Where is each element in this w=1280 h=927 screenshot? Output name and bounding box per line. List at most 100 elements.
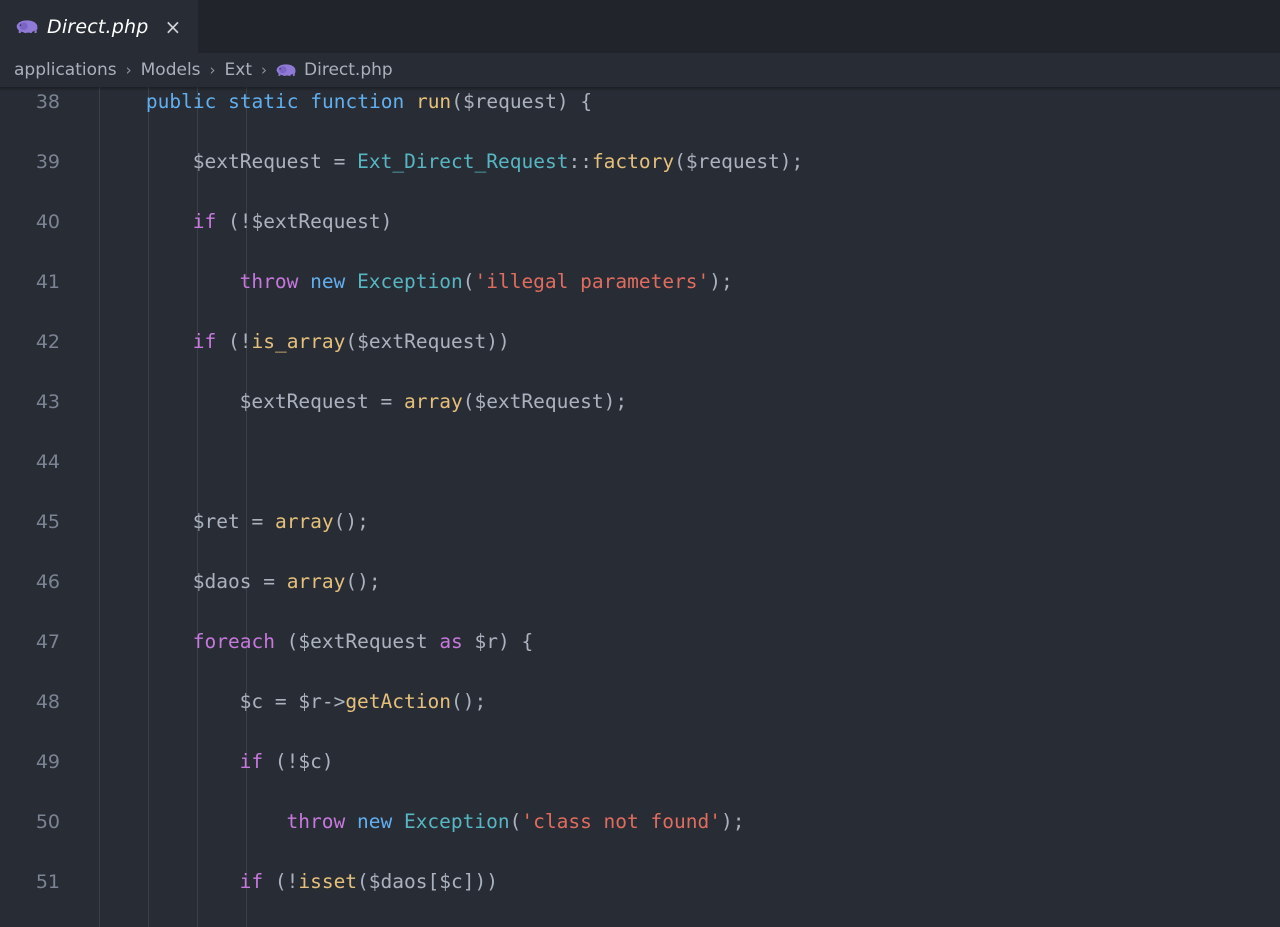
- code-token: (!: [263, 870, 299, 893]
- code-token: new: [310, 270, 346, 293]
- code-token: =: [368, 390, 404, 413]
- code-token: (: [274, 630, 299, 653]
- code-token: ();: [345, 570, 381, 593]
- code-token: isset: [298, 870, 358, 893]
- code-line: 42 if (!is_array($extRequest)): [0, 327, 1280, 357]
- breadcrumb-file-label: Direct.php: [304, 60, 393, 80]
- line-number: 47: [35, 631, 60, 653]
- code-token: as: [439, 630, 463, 653]
- breadcrumb-item-ext[interactable]: Ext: [225, 60, 252, 80]
- code-editor[interactable]: 38 public static function run($request) {…: [0, 87, 1280, 927]
- code-text: $extRequest = Ext_Direct_Request::factor…: [193, 147, 804, 177]
- line-number: 39: [35, 151, 60, 173]
- line-number: 42: [35, 331, 60, 353]
- code-token: if: [192, 330, 217, 353]
- code-line: 51 if (!isset($daos[$c])): [0, 867, 1280, 897]
- code-token: 'illegal parameters': [474, 270, 710, 293]
- code-line: 44: [0, 447, 1280, 477]
- code-token: $extRequest: [357, 330, 487, 353]
- code-token: ])): [462, 870, 498, 893]
- code-token: run: [415, 90, 452, 113]
- breadcrumb-item-applications[interactable]: applications: [14, 60, 117, 80]
- code-token: (!: [216, 330, 252, 353]
- code-token: ::: [568, 150, 592, 173]
- code-token: $c: [239, 690, 264, 713]
- code-token: ) {: [556, 90, 593, 113]
- code-token: (: [462, 270, 475, 293]
- code-token: $ret: [192, 510, 240, 533]
- code-token: is_array: [251, 330, 346, 353]
- code-token: $extRequest: [474, 390, 604, 413]
- line-number: 45: [35, 511, 60, 533]
- code-token: $extRequest: [298, 630, 428, 653]
- code-token: ): [321, 750, 334, 773]
- code-text: public static function run($request) {: [146, 87, 592, 117]
- code-text: if (!$c): [240, 747, 334, 777]
- code-token: $extRequest: [251, 210, 381, 233]
- code-token: Exception: [357, 270, 463, 293]
- code-token: (!: [263, 750, 299, 773]
- code-text: throw new Exception('class not found');: [287, 807, 745, 837]
- code-token: array: [286, 570, 346, 593]
- code-token: $request: [462, 90, 557, 113]
- code-token: $request: [685, 150, 780, 173]
- close-icon[interactable]: ×: [162, 15, 185, 39]
- breadcrumb-item-direct-php[interactable]: Direct.php: [276, 60, 393, 80]
- code-token: )): [486, 330, 510, 353]
- line-number: 44: [35, 451, 60, 473]
- code-token: Exception: [403, 810, 510, 833]
- code-token: );: [603, 390, 628, 413]
- code-token: throw: [239, 270, 299, 293]
- line-number: 48: [35, 691, 60, 713]
- code-token: ) {: [498, 630, 534, 653]
- code-token: (: [674, 150, 686, 173]
- code-token: (: [357, 870, 369, 893]
- code-token: (!: [216, 210, 252, 233]
- code-token: array: [404, 390, 463, 413]
- code-line: 46 $daos = array();: [0, 567, 1280, 597]
- code-text: $c = $r->getAction();: [240, 687, 487, 717]
- code-token: ();: [450, 690, 487, 713]
- code-token: ): [380, 210, 393, 233]
- code-text: if (!$extRequest): [193, 207, 393, 237]
- code-token: getAction: [345, 690, 451, 713]
- code-text: throw new Exception('illegal parameters'…: [240, 267, 733, 297]
- code-text: if (!is_array($extRequest)): [193, 327, 510, 357]
- code-token: $daos: [192, 570, 252, 593]
- code-text: $ret = array();: [193, 507, 369, 537]
- line-number: 50: [35, 811, 60, 833]
- code-token: =: [251, 570, 287, 593]
- code-token: array: [274, 510, 334, 533]
- code-token: (: [509, 810, 522, 833]
- code-token: (: [451, 90, 463, 113]
- code-token: =: [263, 690, 299, 713]
- code-token: );: [720, 810, 745, 833]
- breadcrumb-item-models[interactable]: Models: [141, 60, 201, 80]
- tab-direct-php[interactable]: Direct.php ×: [0, 0, 199, 53]
- code-line: 49 if (!$c): [0, 747, 1280, 777]
- code-token: function: [310, 90, 405, 113]
- code-token: $r: [474, 630, 499, 653]
- code-token: foreach: [192, 630, 275, 653]
- line-number: 43: [35, 391, 60, 413]
- code-token: if: [239, 870, 264, 893]
- code-token: $c: [439, 870, 463, 893]
- code-line: 48 $c = $r->getAction();: [0, 687, 1280, 717]
- line-number: 49: [35, 751, 60, 773]
- code-line: 39 $extRequest = Ext_Direct_Request::fact…: [0, 147, 1280, 177]
- code-token: $extRequest: [239, 390, 369, 413]
- code-token: 'class not found': [521, 810, 721, 833]
- code-token: if: [239, 750, 264, 773]
- breadcrumb-separator-icon: ›: [209, 61, 216, 79]
- code-token: [: [427, 870, 440, 893]
- code-token: ->: [321, 690, 346, 713]
- breadcrumb: applications › Models › Ext › Direct.php: [0, 53, 1280, 87]
- code-line: 43 $extRequest = array($extRequest);: [0, 387, 1280, 417]
